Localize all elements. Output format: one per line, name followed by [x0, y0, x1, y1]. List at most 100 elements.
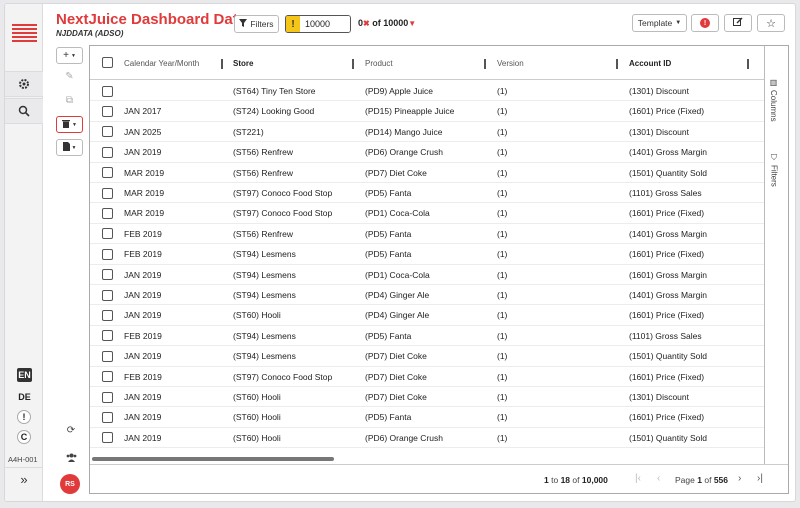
cell-version: (1)	[497, 269, 508, 280]
next-page-icon[interactable]: ›	[738, 473, 741, 484]
table-row[interactable]: FEB 2019 (ST94) Lesmens (PD5) Fanta (1) (110…	[90, 326, 764, 347]
filters-button[interactable]: Filters	[234, 15, 279, 33]
cell-calendar: MAR 2019	[124, 188, 165, 198]
refresh-icon[interactable]: ⟳	[63, 422, 79, 438]
row-checkbox[interactable]	[102, 207, 113, 219]
table-row[interactable]: JAN 2019 (ST60) Hooli (PD7) Diet Coke (1) (1…	[90, 387, 764, 408]
row-checkbox[interactable]	[102, 187, 113, 199]
table-row[interactable]: MAR 2019 (ST56) Renfrew (PD7) Diet Coke (1)…	[90, 163, 764, 183]
edit-button[interactable]	[724, 14, 752, 32]
copy-icon[interactable]: ⧉	[56, 92, 83, 109]
lang-en-button[interactable]: EN	[17, 368, 32, 382]
alert-icon: !	[700, 18, 710, 28]
row-checkbox[interactable]	[102, 411, 113, 423]
table-row[interactable]: FEB 2019 (ST97) Conoco Food Stop (PD7) Die…	[90, 367, 764, 387]
first-page-icon[interactable]: |‹	[635, 473, 641, 484]
row-checkbox[interactable]	[102, 228, 113, 240]
cell-store: (ST56) Renfrew	[233, 167, 293, 178]
avatar[interactable]: RS	[60, 474, 80, 494]
table-row[interactable]: MAR 2019 (ST97) Conoco Food Stop (PD1) Coc…	[90, 203, 764, 224]
copyright-icon[interactable]: C	[17, 430, 31, 444]
row-checkbox[interactable]	[102, 85, 113, 97]
row-checkbox[interactable]	[102, 167, 113, 179]
column-resize-handle[interactable]	[747, 59, 749, 69]
delete-x-icon[interactable]: ✖	[363, 19, 370, 28]
column-header-store[interactable]: Store	[233, 46, 253, 80]
template-button[interactable]: Template ▼	[632, 14, 687, 32]
favorite-button[interactable]: ☆	[757, 14, 785, 32]
table-row[interactable]: JAN 2019 (ST94) Lesmens (PD4) Ginger Ale (1…	[90, 285, 764, 306]
expand-icon[interactable]: »	[5, 467, 43, 491]
column-resize-handle[interactable]	[616, 59, 618, 69]
table-row[interactable]: (ST64) Tiny Ten Store (PD9) Apple Juice (1…	[90, 81, 764, 102]
row-checkbox[interactable]	[102, 350, 113, 362]
cell-version: (1)	[497, 249, 508, 260]
horizontal-scrollbar[interactable]	[92, 456, 764, 462]
cell-product: (PD15) Pineapple Juice	[365, 106, 455, 117]
last-page-icon[interactable]: ›|	[757, 473, 763, 484]
cell-calendar: FEB 2019	[124, 371, 162, 382]
column-header-version[interactable]: Version	[497, 46, 524, 80]
table-row[interactable]: JAN 2019 (ST94) Lesmens (PD1) Coca-Cola (1)…	[90, 265, 764, 285]
cell-store: (ST94) Lesmens	[233, 330, 296, 341]
filters-tab[interactable]: ⛉ Filters	[769, 154, 780, 187]
table-row[interactable]: JAN 2017 (ST24) Looking Good (PD15) Pineap…	[90, 101, 764, 122]
page-title: NextJuice Dashboard Data	[56, 11, 247, 28]
column-header-product[interactable]: Product	[365, 46, 393, 80]
cell-version: (1)	[497, 351, 508, 362]
table-row[interactable]: JAN 2019 (ST94) Lesmens (PD7) Diet Coke (1)…	[90, 346, 764, 367]
lang-de-button[interactable]: DE	[17, 390, 32, 404]
table-row[interactable]: JAN 2019 (ST56) Renfrew (PD6) Orange Crush…	[90, 142, 764, 163]
column-resize-handle[interactable]	[484, 59, 486, 69]
filters-button-label: Filters	[250, 19, 274, 29]
scrollbar-thumb[interactable]	[92, 457, 334, 461]
cell-calendar: JAN 2019	[124, 290, 162, 300]
row-checkbox[interactable]	[102, 126, 113, 138]
row-checkbox[interactable]	[102, 146, 113, 158]
app-window: EN DE ! C A4H-001 » NextJuice Dashboard …	[4, 3, 796, 502]
alert-button[interactable]: !	[691, 14, 719, 32]
row-checkbox[interactable]	[102, 105, 113, 117]
table-row[interactable]: JAN 2019 (ST60) Hooli (PD4) Ginger Ale (1) (…	[90, 305, 764, 326]
cell-version: (1)	[497, 208, 508, 219]
row-checkbox[interactable]	[102, 371, 113, 383]
cell-account-id: (1601) Price (Fixed)	[629, 412, 705, 423]
info-icon[interactable]: !	[17, 410, 31, 424]
cell-calendar: FEB 2019	[124, 228, 162, 239]
select-all-checkbox[interactable]	[102, 57, 113, 68]
row-checkbox[interactable]	[102, 269, 113, 281]
pencil-icon[interactable]: ✎	[56, 68, 83, 85]
table-row[interactable]: FEB 2019 (ST94) Lesmens (PD5) Fanta (1) (160…	[90, 244, 764, 265]
row-checkbox[interactable]	[102, 248, 113, 260]
filter-icon	[239, 19, 248, 29]
export-button[interactable]: ▼	[56, 139, 83, 156]
users-icon[interactable]	[63, 449, 79, 465]
column-header-account-id[interactable]: Account ID	[629, 46, 671, 80]
prev-page-icon[interactable]: ‹	[657, 473, 660, 484]
search-icon[interactable]	[5, 98, 43, 124]
add-button[interactable]: + ▼	[56, 47, 83, 64]
cell-account-id: (1101) Gross Sales	[629, 330, 702, 341]
cell-store: (ST94) Lesmens	[233, 290, 296, 300]
table-row[interactable]: JAN 2019 (ST60) Hooli (PD6) Orange Crush (1…	[90, 428, 764, 449]
cell-account-id: (1101) Gross Sales	[629, 188, 702, 198]
cell-calendar: JAN 2017	[124, 106, 162, 117]
row-checkbox[interactable]	[102, 289, 113, 301]
table-row[interactable]: FEB 2019 (ST56) Renfrew (PD5) Fanta (1) (140…	[90, 224, 764, 245]
table-row[interactable]: JAN 2025 (ST221) (PD14) Mango Juice (1) (130…	[90, 122, 764, 143]
row-checkbox[interactable]	[102, 309, 113, 321]
column-header-calendar[interactable]: Calendar Year/Month	[124, 46, 199, 80]
columns-tab[interactable]: ▥ Columns	[769, 78, 778, 122]
max-rows-input[interactable]: ! 10000	[285, 15, 351, 33]
row-checkbox[interactable]	[102, 391, 113, 403]
settings-icon[interactable]	[5, 71, 43, 97]
table-row[interactable]: JAN 2019 (ST60) Hooli (PD5) Fanta (1) (1601)…	[90, 407, 764, 428]
app-logo-icon[interactable]	[12, 24, 37, 46]
column-resize-handle[interactable]	[221, 59, 223, 69]
row-checkbox[interactable]	[102, 432, 113, 444]
sort-down-icon[interactable]: ▼	[408, 19, 416, 28]
column-resize-handle[interactable]	[352, 59, 354, 69]
delete-button[interactable]: ▼	[56, 116, 83, 133]
row-checkbox[interactable]	[102, 330, 113, 342]
table-row[interactable]: MAR 2019 (ST97) Conoco Food Stop (PD5) Fan…	[90, 183, 764, 204]
